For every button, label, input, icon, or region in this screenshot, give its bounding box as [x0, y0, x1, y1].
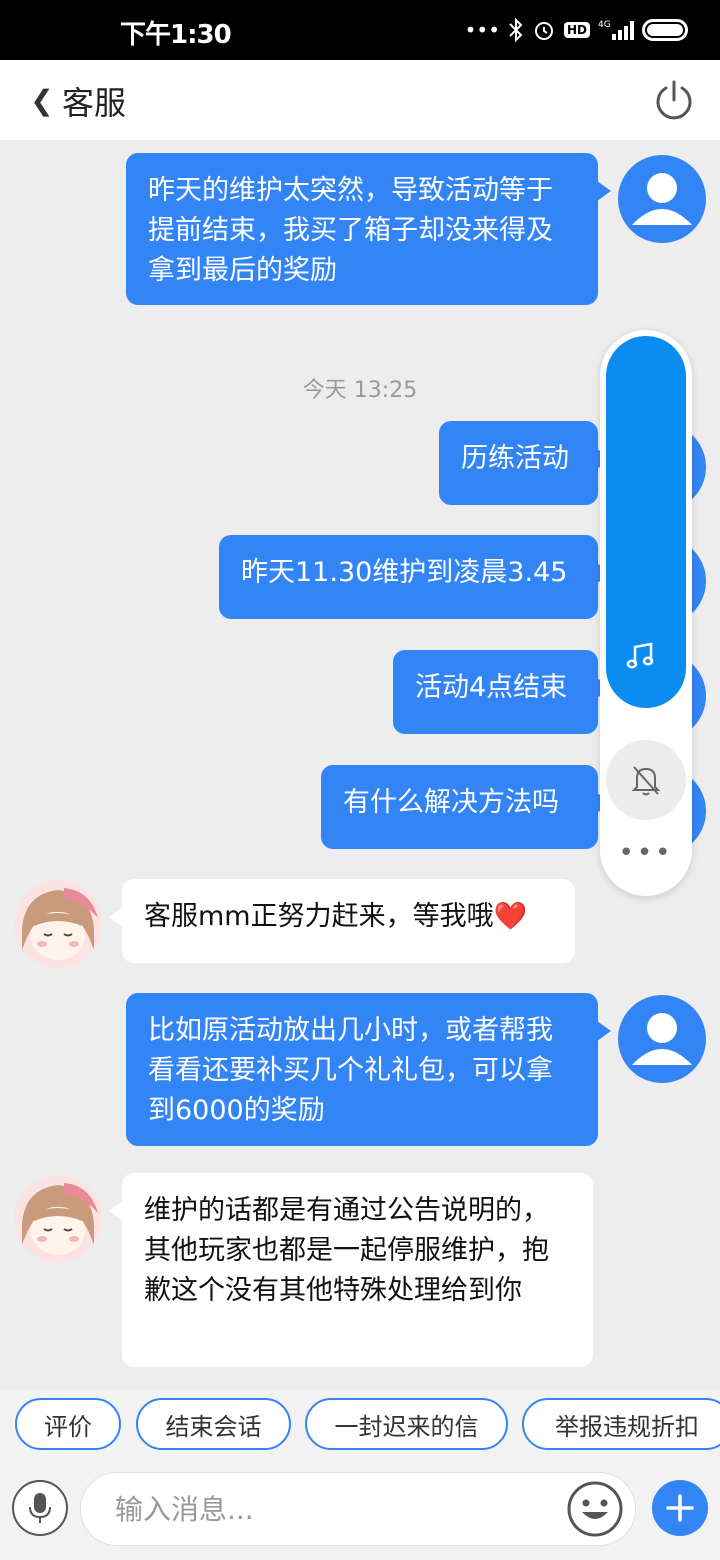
- message-bubble-outgoing[interactable]: 历练活动: [439, 421, 611, 505]
- page-title: 客服: [62, 84, 127, 122]
- music-note-icon[interactable]: [624, 640, 656, 672]
- status-icons: ••• HD 4G: [465, 17, 688, 43]
- power-icon: [656, 80, 692, 120]
- input-bar: [0, 1460, 720, 1560]
- user-avatar-icon: [632, 173, 692, 225]
- floating-assist-widget[interactable]: •••: [600, 330, 692, 896]
- quick-reply-rate[interactable]: 评价: [15, 1398, 121, 1450]
- power-button[interactable]: [654, 80, 694, 120]
- status-time: 下午1:30: [120, 20, 232, 50]
- quick-reply-end-session[interactable]: 结束会话: [136, 1398, 291, 1450]
- alarm-icon: [532, 18, 556, 42]
- plus-icon: [666, 1494, 694, 1522]
- agent-avatar[interactable]: [14, 880, 102, 968]
- message-bubble-outgoing[interactable]: 昨天的维护太突然，导致活动等于提前结束，我买了箱子却没来得及拿到最后的奖励: [126, 153, 611, 305]
- emoji-button[interactable]: [566, 1480, 624, 1538]
- hd-badge: HD: [563, 22, 590, 38]
- anime-girl-avatar-icon: [14, 1175, 102, 1263]
- svg-text:4G: 4G: [598, 20, 611, 30]
- message-input[interactable]: [80, 1472, 636, 1546]
- mute-bell-button[interactable]: [606, 740, 686, 820]
- status-bar: 下午1:30 ••• HD 4G: [0, 0, 720, 60]
- more-icon[interactable]: •••: [600, 838, 692, 868]
- message-bubble-incoming[interactable]: 客服mm正努力赶来，等我哦❤️: [109, 879, 575, 963]
- back-button[interactable]: ❮: [22, 74, 62, 126]
- back-icon: ❮: [30, 83, 54, 117]
- message-bubble-outgoing[interactable]: 活动4点结束: [393, 650, 611, 734]
- bluetooth-icon: [508, 18, 524, 42]
- user-avatar[interactable]: [618, 995, 706, 1083]
- signal-icon: 4G: [598, 18, 634, 42]
- message-bubble-incoming[interactable]: 维护的话都是有通过公告说明的，其他玩家也都是一起停服维护，抱歉这个没有其他特殊处…: [109, 1173, 593, 1367]
- user-avatar[interactable]: [618, 155, 706, 243]
- add-attachment-button[interactable]: [652, 1480, 708, 1536]
- message-bubble-outgoing[interactable]: 比如原活动放出几小时，或者帮我看看还要补买几个礼礼包，可以拿到6000的奖励: [126, 993, 611, 1146]
- agent-avatar[interactable]: [14, 1175, 102, 1263]
- message-bubble-outgoing[interactable]: 有什么解决方法吗: [321, 765, 611, 849]
- battery-icon: [642, 19, 688, 41]
- bell-off-icon: [631, 766, 661, 796]
- user-avatar-icon: [632, 1013, 692, 1065]
- smiley-icon: [567, 1481, 623, 1537]
- quick-reply-late-letter[interactable]: 一封迟来的信: [305, 1398, 508, 1450]
- microphone-icon: [29, 1493, 51, 1523]
- dots-icon: •••: [464, 18, 500, 42]
- header: ❮ 客服: [0, 60, 720, 140]
- quick-reply-bar: 评价 结束会话 一封迟来的信 举报违规折扣: [0, 1390, 720, 1460]
- message-bubble-outgoing[interactable]: 昨天11.30维护到凌晨3.45: [219, 535, 611, 619]
- quick-reply-report-discount[interactable]: 举报违规折扣: [522, 1398, 720, 1450]
- voice-button[interactable]: [12, 1480, 68, 1536]
- anime-girl-avatar-icon: [14, 880, 102, 968]
